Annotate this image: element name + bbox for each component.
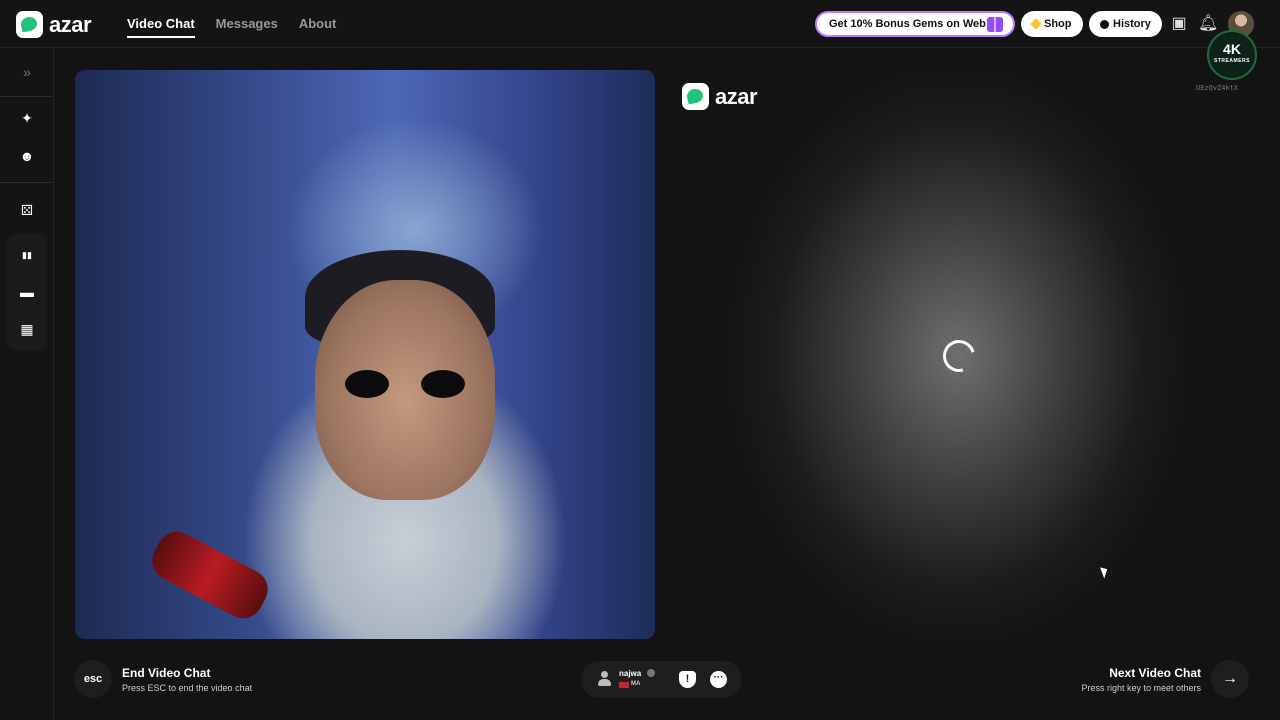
next-chat-hint: Press right key to meet others: [1081, 683, 1201, 693]
clock-icon: [1100, 19, 1109, 29]
shop-label: Shop: [1044, 18, 1072, 30]
azar-logo-icon: [682, 83, 709, 110]
partner-video-feed: azar: [670, 70, 1266, 639]
message-bubble-icon[interactable]: ···: [710, 671, 727, 688]
history-label: History: [1113, 18, 1151, 30]
layout-side-by-side-icon[interactable]: ▮▮: [17, 245, 37, 265]
peer-country: MA: [631, 681, 641, 687]
left-sidebar: » ✦ ☻ ⚄ ▮▮ ▬ ▦: [0, 48, 54, 720]
self-video-feed: [75, 70, 655, 639]
top-bar: azar Video Chat Messages About Get 10% B…: [0, 0, 1280, 48]
end-chat-title: End Video Chat: [122, 666, 211, 680]
end-chat-hint: Press ESC to end the video chat: [122, 683, 253, 693]
partner-panel-logo: azar: [682, 83, 758, 110]
azar-logo-icon: [16, 11, 43, 38]
mouse-cursor-icon: [1100, 565, 1110, 579]
sidebar-divider: [0, 96, 54, 97]
promo-label: Get 10% Bonus Gems on Web!: [829, 18, 990, 30]
main-nav: Video Chat Messages About: [127, 16, 336, 38]
nav-messages[interactable]: Messages: [216, 16, 278, 38]
bell-icon[interactable]: 🔔︎: [1198, 14, 1218, 34]
dice-icon[interactable]: ⚄: [17, 200, 37, 220]
peer-name[interactable]: najwa: [619, 669, 641, 678]
partner-panel-brand: azar: [715, 83, 758, 109]
badge-text: 4K: [1223, 41, 1241, 57]
expand-chevrons-icon[interactable]: »: [17, 62, 37, 82]
nav-about[interactable]: About: [299, 16, 337, 38]
end-chat-button[interactable]: esc: [74, 660, 112, 698]
gem-icon: [1030, 18, 1042, 30]
azar-logo[interactable]: azar: [16, 11, 92, 38]
sidebar-divider: [0, 182, 54, 183]
user-code: UEzQvZ4ktX: [1196, 84, 1239, 92]
peer-avatar-icon: [597, 671, 611, 687]
face-filter-icon[interactable]: ☻: [17, 146, 37, 166]
video-person-sunglasses: [345, 370, 465, 398]
streamer-badge-logo: 4K STREAMERS: [1207, 30, 1257, 80]
report-shield-icon[interactable]: !: [679, 671, 696, 688]
nav-video-chat[interactable]: Video Chat: [127, 16, 195, 38]
layout-stacked-icon[interactable]: ▬: [17, 282, 37, 302]
next-chat-title: Next Video Chat: [1109, 666, 1201, 680]
gift-icon: [987, 17, 1003, 32]
layout-grid-icon[interactable]: ▦: [17, 319, 37, 339]
verified-icon: [647, 669, 655, 677]
loading-spinner-icon: [937, 334, 981, 378]
archive-icon[interactable]: ▣: [1169, 14, 1189, 34]
brand-name: azar: [49, 11, 92, 37]
badge-subtext: STREAMERS: [1214, 58, 1250, 64]
country-flag-icon: [619, 682, 629, 688]
shop-button[interactable]: Shop: [1021, 11, 1083, 37]
next-chat-button[interactable]: →: [1211, 660, 1249, 698]
bonus-gems-promo-button[interactable]: Get 10% Bonus Gems on Web!: [815, 11, 1015, 37]
magic-wand-icon[interactable]: ✦: [17, 108, 37, 128]
video-microphone: [145, 524, 275, 626]
history-button[interactable]: History: [1089, 11, 1162, 37]
peer-info-bar: najwa MA ! ···: [581, 661, 742, 698]
